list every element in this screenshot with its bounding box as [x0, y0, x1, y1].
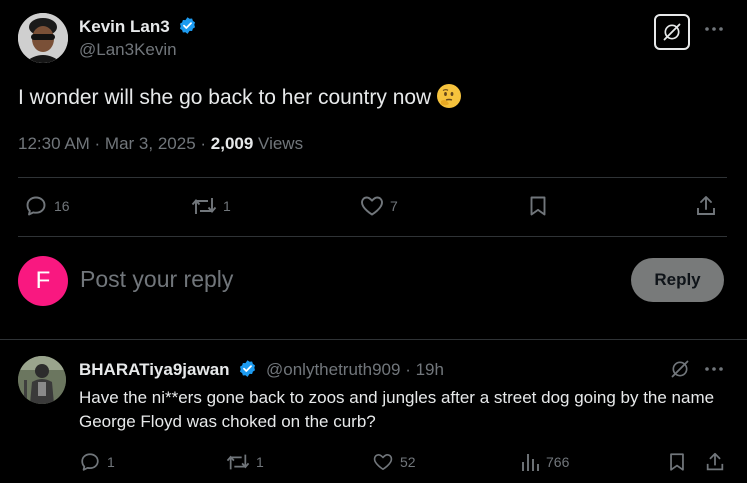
- heart-icon: [373, 454, 393, 470]
- author-handle[interactable]: @Lan3Kevin: [79, 40, 177, 60]
- reply-more-button[interactable]: [703, 358, 725, 385]
- views-label: Views: [253, 134, 304, 153]
- reply-like-count: 52: [400, 454, 416, 470]
- reply-like-action[interactable]: 52: [372, 451, 416, 473]
- tweet-meta: 12:30 AM · Mar 3, 2025 · 2,009 Views: [18, 134, 303, 154]
- like-count: 7: [390, 198, 398, 214]
- reply-share-button[interactable]: [704, 451, 726, 473]
- author-avatar[interactable]: [18, 13, 68, 63]
- bookmark-button[interactable]: [526, 194, 550, 218]
- comment-icon: [26, 196, 46, 216]
- repost-count: 1: [223, 198, 231, 214]
- verified-badge-icon: [180, 17, 196, 34]
- person-with-sunglasses-avatar: [18, 13, 68, 63]
- armored-figure-avatar: [18, 356, 66, 404]
- heart-icon: [361, 196, 383, 216]
- reply-views-count: 766: [546, 454, 570, 470]
- reply-button[interactable]: Reply: [631, 258, 724, 302]
- author-name[interactable]: Kevin Lan3: [79, 17, 170, 36]
- current-user-avatar[interactable]: F: [18, 256, 68, 306]
- tweet-text-body: I wonder will she go back to her country…: [18, 86, 432, 109]
- reply-timestamp[interactable]: · 19h: [400, 360, 444, 379]
- repost-icon: [191, 198, 217, 214]
- reply-repost-count: 1: [256, 454, 264, 470]
- reply-views-action[interactable]: 766: [520, 451, 569, 473]
- grok-icon: [663, 23, 681, 41]
- analytics-bars-icon: [522, 454, 539, 471]
- repost-action[interactable]: 1: [190, 194, 231, 218]
- more-dots-icon: [705, 27, 723, 31]
- divider: [0, 339, 747, 340]
- bookmark-icon: [670, 453, 684, 471]
- repost-icon: [226, 454, 250, 470]
- reply-reply-count: 1: [107, 454, 115, 470]
- share-icon: [706, 452, 724, 471]
- author-name-row[interactable]: Kevin Lan3: [79, 16, 197, 37]
- more-options-button[interactable]: [703, 18, 725, 40]
- divider: [18, 177, 727, 178]
- bookmark-icon: [530, 196, 546, 216]
- verified-badge-icon: [240, 360, 256, 377]
- grok-icon: [671, 360, 689, 378]
- tweet-timestamp[interactable]: 12:30 AM · Mar 3, 2025 ·: [18, 134, 211, 153]
- reply-reply-action[interactable]: 1: [79, 451, 115, 473]
- like-action[interactable]: 7: [359, 194, 398, 218]
- grok-button[interactable]: [654, 14, 690, 50]
- reply-author-name[interactable]: BHARATiya9jawan: [79, 360, 230, 379]
- reply-author-handle[interactable]: @onlythetruth909: [266, 360, 400, 379]
- thinking-face-icon: [437, 84, 462, 108]
- reply-count: 16: [54, 198, 70, 214]
- reply-bookmark-button[interactable]: [666, 451, 688, 473]
- reply-grok-button[interactable]: [670, 359, 690, 384]
- reply-author-avatar[interactable]: [18, 356, 66, 404]
- comment-icon: [81, 453, 99, 471]
- reply-text: Have the ni**ers gone back to zoos and j…: [79, 388, 715, 431]
- reply-repost-action[interactable]: 1: [225, 451, 264, 473]
- share-icon: [697, 196, 715, 215]
- divider: [18, 236, 727, 237]
- tweet-text: I wonder will she go back to her country…: [18, 84, 462, 110]
- reply-action[interactable]: 16: [24, 194, 70, 218]
- views-count: 2,009: [210, 134, 254, 153]
- reply-header: BHARATiya9jawan @onlythetruth909 · 19h: [79, 359, 444, 380]
- reply-input[interactable]: Post your reply: [80, 266, 233, 293]
- share-button[interactable]: [694, 194, 718, 218]
- more-dots-icon: [705, 367, 723, 371]
